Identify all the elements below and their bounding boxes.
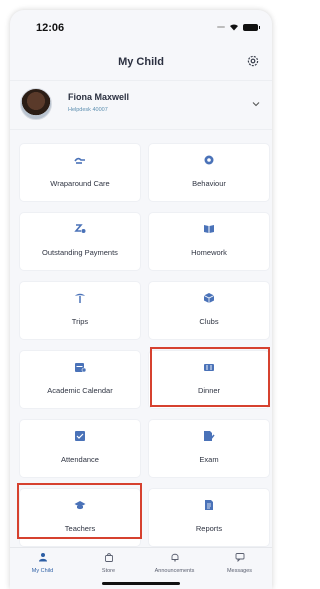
register-icon [75,431,85,441]
shopping-bag-icon [104,553,113,562]
tab-announcements[interactable]: Announcements [142,552,207,580]
tile-academic-calendar[interactable]: Academic Calendar [20,351,140,408]
tile-label: Behaviour [192,179,226,188]
calendar-icon [75,363,86,373]
highlight-teachers [17,483,142,539]
tile-label: Clubs [199,317,219,326]
tab-label: My Child [31,568,54,574]
bell-icon [171,553,178,562]
tile-outstanding-payments[interactable]: Outstanding Payments [20,213,140,270]
tab-label: Messages [226,568,253,574]
tile-exam[interactable]: Exam [149,420,269,477]
chat-icon [235,553,244,562]
payment-icon [74,224,86,233]
tile-reports[interactable]: Reports [149,489,269,546]
tile-label: Wraparound Care [50,179,110,188]
document-icon [205,500,213,510]
bottom-tab-bar: My Child Store Announcements Messages [10,547,272,589]
tab-label: Store [101,568,116,574]
tile-label: Homework [191,248,227,257]
tile-label: Trips [71,317,89,326]
tab-my-child[interactable]: My Child [10,552,75,580]
tab-label: Announcements [154,568,195,574]
home-indicator [102,582,180,585]
tile-behaviour[interactable]: Behaviour [149,144,269,201]
tile-label: Exam [199,455,219,464]
tile-clubs[interactable]: Clubs [149,282,269,339]
tile-wraparound-care[interactable]: Wraparound Care [20,144,140,201]
tile-trips[interactable]: Trips [20,282,140,339]
book-icon [204,225,214,233]
person-icon [38,553,47,562]
tile-label: Academic Calendar [47,386,113,395]
highlight-dinner [150,347,270,407]
palm-tree-icon [75,293,85,303]
tab-messages[interactable]: Messages [207,552,272,580]
tile-label: Outstanding Payments [42,248,118,257]
tile-attendance[interactable]: Attendance [20,420,140,477]
cube-icon [203,293,215,303]
tab-store[interactable]: Store [76,552,141,580]
tile-label: Reports [195,524,223,533]
tile-homework[interactable]: Homework [149,213,269,270]
handshake-icon [74,157,85,164]
pencil-icon [204,431,215,441]
badge-icon [204,155,214,165]
tile-label: Attendance [61,455,99,464]
